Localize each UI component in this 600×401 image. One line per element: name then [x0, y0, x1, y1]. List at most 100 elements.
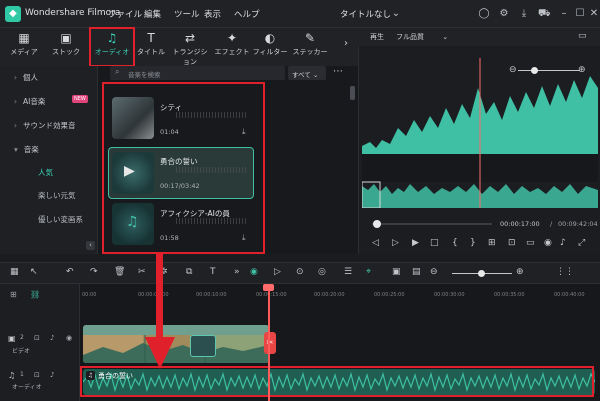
new-badge: NEW [72, 95, 88, 103]
tab-transition[interactable]: ⇄ トランジション [170, 31, 210, 67]
display-icon[interactable]: ⊡ [508, 238, 516, 248]
layout-icon[interactable]: ▦ [10, 267, 19, 277]
text-icon[interactable]: T [210, 267, 216, 277]
fullscreen-icon[interactable]: ⤢ [578, 238, 585, 248]
tab-effect[interactable]: ✦ エフェクト [212, 31, 252, 57]
sidebar-item-music[interactable]: ▾ 音楽 [14, 144, 39, 155]
insert-icon[interactable]: ⊞ [488, 238, 496, 248]
preview-waveform [362, 58, 598, 208]
filter-dropdown[interactable]: すべて ⌄ [288, 66, 326, 80]
marker-icon[interactable]: ⊙ [296, 267, 304, 277]
render-icon[interactable]: ◉ [250, 267, 258, 277]
media-icon: ▦ [18, 31, 30, 45]
settings-icon[interactable]: ⚙ [498, 8, 510, 20]
chevron-down-icon: ⌄ [312, 71, 319, 79]
tab-title[interactable]: T タイトル [131, 31, 171, 57]
menu-help[interactable]: ヘルプ [234, 8, 260, 20]
play-icon[interactable]: ▶ [412, 238, 419, 248]
mic-icon[interactable]: ☰ [344, 267, 352, 277]
document-title: タイトルなし [340, 10, 392, 20]
lock-icon[interactable]: ⊡ [34, 334, 40, 342]
prev-frame-icon[interactable]: ◁ [372, 238, 379, 248]
tab-stock[interactable]: ▣ ストック [46, 31, 86, 57]
tab-filter[interactable]: ◐ フィルター [250, 31, 290, 57]
preview-mode[interactable]: 再生 [370, 32, 384, 42]
eye-icon[interactable]: ◉ [66, 334, 72, 342]
video-clip-frames [83, 325, 269, 363]
filmora-logo-icon: ◆ [5, 6, 21, 22]
chevron-right-icon[interactable]: › [344, 38, 348, 49]
minimize-icon[interactable]: – [558, 8, 570, 20]
track-label: ビデオ [12, 348, 31, 355]
app-name: Wondershare Filmora [25, 8, 121, 18]
camera-icon[interactable]: ◉ [544, 238, 552, 248]
more-options-icon[interactable]: ⋯ [333, 66, 343, 77]
step-back-icon[interactable]: ▷ [392, 238, 399, 248]
scrollbar[interactable] [350, 86, 355, 100]
preview-toolbar [358, 28, 600, 46]
ruler-tick: 00:00 [82, 292, 97, 298]
volume-icon[interactable]: ♪ [560, 238, 566, 248]
ruler-tick: 00:00:35:00 [494, 292, 525, 298]
playhead-handle[interactable] [263, 284, 274, 291]
more-tools-icon[interactable]: » [234, 267, 240, 277]
undo-icon[interactable]: ↶ [66, 267, 74, 277]
delete-icon[interactable]: 🗑 [114, 267, 125, 277]
close-icon[interactable]: ✕ [588, 8, 600, 20]
menu-edit[interactable]: 編集 [144, 8, 161, 20]
mark-in-icon[interactable]: { [452, 238, 458, 248]
chevron-down-icon: ⌄ [442, 33, 449, 41]
search-icon: ⌕ [115, 67, 120, 76]
menu-tools[interactable]: ツール [174, 8, 200, 20]
menu-view[interactable]: 表示 [204, 8, 221, 20]
sidebar-subitem-popular[interactable]: 人気 [38, 167, 53, 178]
monitor-icon[interactable]: ▭ [526, 238, 535, 248]
chevron-down-icon[interactable]: ⌄ [390, 8, 402, 20]
add-track-icon[interactable]: ⊞ [10, 290, 17, 299]
playhead-cut-icon[interactable]: ✂ [264, 332, 276, 354]
lock-icon[interactable]: ⊡ [34, 371, 40, 379]
tab-media[interactable]: ▦ メディア [4, 31, 44, 57]
cart-icon[interactable]: ⛟ [538, 8, 551, 20]
motion-icon[interactable]: ◎ [318, 267, 326, 277]
progress-track[interactable] [372, 223, 492, 225]
menu-file[interactable]: ファイル [108, 8, 142, 20]
video-clip[interactable] [83, 325, 269, 363]
mute-icon[interactable]: ♪ [50, 334, 54, 342]
account-icon[interactable]: ◯ [478, 8, 490, 20]
video-track-icon: ▣ [8, 334, 16, 343]
sidebar-item-personal[interactable]: › 個人 [14, 72, 38, 83]
progress-knob[interactable] [373, 220, 381, 228]
snap-icon[interactable]: ⌖ [366, 267, 371, 277]
sidebar-subitem-fun[interactable]: 楽しい元気 [38, 190, 76, 201]
timeline-zoom-knob[interactable] [478, 270, 485, 277]
track-index: 2 [20, 334, 24, 341]
ruler-tick: 00:00:20:00 [314, 292, 345, 298]
playhead[interactable] [268, 286, 270, 401]
play-range-icon[interactable]: ▷ [274, 267, 281, 277]
tab-sticker[interactable]: ✎ ステッカー [290, 31, 330, 57]
timeline-zoom-in-icon[interactable]: ⊕ [516, 267, 524, 277]
highlight-box-audio-list [102, 82, 265, 254]
redo-icon[interactable]: ↷ [90, 267, 98, 277]
crop-icon[interactable]: ⧉ [186, 267, 192, 277]
mute-icon[interactable]: ♪ [50, 371, 54, 379]
link-icon[interactable]: ⛓ [30, 290, 40, 299]
scene-icon[interactable]: ▣ [392, 267, 401, 277]
timeline-zoom-out-icon[interactable]: ⊖ [430, 267, 438, 277]
collapse-sidebar-icon[interactable]: ‹ [86, 241, 95, 250]
highlight-box-audio-tab [89, 27, 135, 67]
sidebar-item-ai-music[interactable]: › AI音楽 [14, 96, 45, 107]
pointer-icon[interactable]: ↖ [30, 267, 38, 277]
stop-icon[interactable]: □ [430, 238, 439, 248]
track-icon[interactable]: ▤ [412, 267, 421, 277]
download-icon[interactable]: ⤓ [518, 8, 530, 20]
maximize-icon[interactable]: ☐ [574, 8, 586, 20]
snapshot-icon[interactable]: ▭ [578, 31, 587, 41]
sidebar-item-sound-effects[interactable]: › サウンド効果音 [14, 120, 76, 131]
quality-dropdown[interactable]: フル品質 ⌄ [396, 32, 466, 42]
grid-icon[interactable]: ⋮⋮ [556, 267, 574, 277]
mark-out-icon[interactable]: } [470, 238, 476, 248]
search-input[interactable]: 音楽を検索 [110, 66, 285, 80]
sidebar-subitem-gentle[interactable]: 優しい変画系 [38, 214, 83, 225]
